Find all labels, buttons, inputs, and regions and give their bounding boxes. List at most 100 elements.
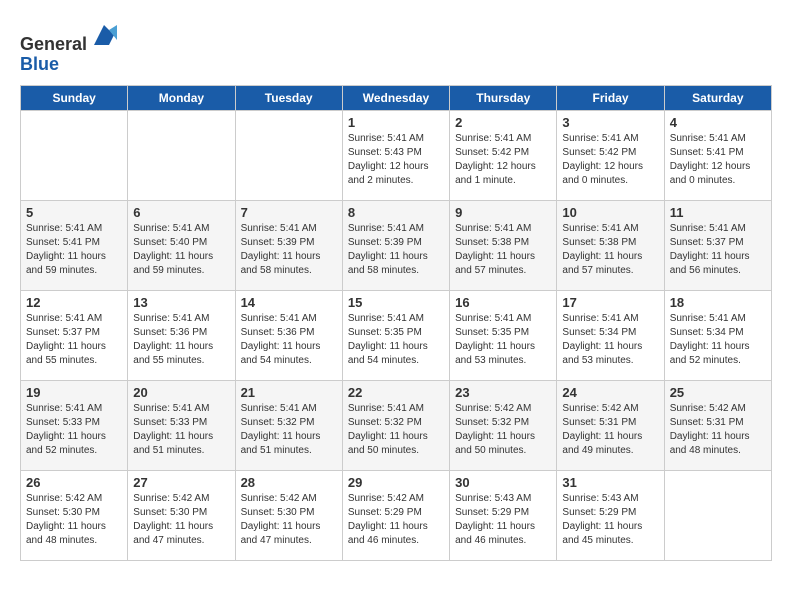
calendar-cell: 12Sunrise: 5:41 AM Sunset: 5:37 PM Dayli… <box>21 290 128 380</box>
day-number: 10 <box>562 205 658 220</box>
calendar-cell: 28 Sunrise: 5:42 AM Sunset: 5:30 PM Dayli… <box>235 470 342 560</box>
calendar-cell: 2Sunrise: 5:41 AM Sunset: 5:42 PM Daylig… <box>450 110 557 200</box>
day-number: 4 <box>670 115 766 130</box>
calendar-week: 19 Sunrise: 5:41 AM Sunset: 5:33 PM Dayli… <box>21 380 772 470</box>
calendar-cell: 29 Sunrise: 5:42 AM Sunset: 5:29 PM Dayli… <box>342 470 449 560</box>
calendar-cell: 13 Sunrise: 5:41 AM Sunset: 5:36 PM Dayli… <box>128 290 235 380</box>
cell-info: Sunrise: 5:41 AM Sunset: 5:41 PM Dayligh… <box>26 222 122 278</box>
cell-info: Sunrise: 5:42 AM Sunset: 5:30 PM Dayligh… <box>26 492 122 548</box>
weekday-header: Tuesday <box>235 85 342 110</box>
cell-info: Sunrise: 5:42 AM Sunset: 5:29 PM Dayligh… <box>348 492 444 548</box>
day-number: 19 <box>26 385 122 400</box>
cell-info: Sunrise: 5:41 AM Sunset: 5:36 PM Dayligh… <box>133 312 229 368</box>
day-number: 31 <box>562 475 658 490</box>
calendar-cell: 21 Sunrise: 5:41 AM Sunset: 5:32 PM Dayli… <box>235 380 342 470</box>
cell-info: Sunrise: 5:42 AM Sunset: 5:30 PM Dayligh… <box>241 492 337 548</box>
cell-info: Sunrise: 5:41 AM Sunset: 5:33 PM Dayligh… <box>26 402 122 458</box>
weekday-header: Monday <box>128 85 235 110</box>
calendar-cell: 10 Sunrise: 5:41 AM Sunset: 5:38 PM Dayli… <box>557 200 664 290</box>
calendar-cell: 17 Sunrise: 5:41 AM Sunset: 5:34 PM Dayli… <box>557 290 664 380</box>
cell-info: Sunrise: 5:43 AM Sunset: 5:29 PM Dayligh… <box>562 492 658 548</box>
day-number: 26 <box>26 475 122 490</box>
calendar-cell: 5 Sunrise: 5:41 AM Sunset: 5:41 PM Daylig… <box>21 200 128 290</box>
day-number: 15 <box>348 295 444 310</box>
calendar-cell: 30 Sunrise: 5:43 AM Sunset: 5:29 PM Dayli… <box>450 470 557 560</box>
calendar-cell: 23 Sunrise: 5:42 AM Sunset: 5:32 PM Dayli… <box>450 380 557 470</box>
cell-info: Sunrise: 5:41 AM Sunset: 5:36 PM Dayligh… <box>241 312 337 368</box>
calendar-cell: 26 Sunrise: 5:42 AM Sunset: 5:30 PM Dayli… <box>21 470 128 560</box>
cell-info: Sunrise: 5:42 AM Sunset: 5:31 PM Dayligh… <box>670 402 766 458</box>
cell-info: Sunrise: 5:41 AM Sunset: 5:38 PM Dayligh… <box>562 222 658 278</box>
day-number: 12 <box>26 295 122 310</box>
day-number: 20 <box>133 385 229 400</box>
day-number: 1 <box>348 115 444 130</box>
cell-info: Sunrise: 5:41 AM Sunset: 5:34 PM Dayligh… <box>670 312 766 368</box>
calendar-cell: 7 Sunrise: 5:41 AM Sunset: 5:39 PM Daylig… <box>235 200 342 290</box>
calendar-cell: 6Sunrise: 5:41 AM Sunset: 5:40 PM Daylig… <box>128 200 235 290</box>
day-number: 13 <box>133 295 229 310</box>
logo-icon <box>89 20 119 50</box>
cell-info: Sunrise: 5:41 AM Sunset: 5:43 PM Dayligh… <box>348 132 444 188</box>
calendar-cell <box>664 470 771 560</box>
calendar-week: 12Sunrise: 5:41 AM Sunset: 5:37 PM Dayli… <box>21 290 772 380</box>
day-number: 23 <box>455 385 551 400</box>
cell-info: Sunrise: 5:41 AM Sunset: 5:32 PM Dayligh… <box>241 402 337 458</box>
cell-info: Sunrise: 5:41 AM Sunset: 5:40 PM Dayligh… <box>133 222 229 278</box>
day-number: 8 <box>348 205 444 220</box>
weekday-header: Friday <box>557 85 664 110</box>
calendar-cell: 20 Sunrise: 5:41 AM Sunset: 5:33 PM Dayli… <box>128 380 235 470</box>
calendar-cell: 24Sunrise: 5:42 AM Sunset: 5:31 PM Dayli… <box>557 380 664 470</box>
cell-info: Sunrise: 5:41 AM Sunset: 5:34 PM Dayligh… <box>562 312 658 368</box>
calendar-cell: 16Sunrise: 5:41 AM Sunset: 5:35 PM Dayli… <box>450 290 557 380</box>
calendar-cell <box>235 110 342 200</box>
logo: General Blue <box>20 20 119 75</box>
weekday-header: Wednesday <box>342 85 449 110</box>
day-number: 7 <box>241 205 337 220</box>
cell-info: Sunrise: 5:42 AM Sunset: 5:30 PM Dayligh… <box>133 492 229 548</box>
day-number: 29 <box>348 475 444 490</box>
cell-info: Sunrise: 5:43 AM Sunset: 5:29 PM Dayligh… <box>455 492 551 548</box>
calendar-cell: 19 Sunrise: 5:41 AM Sunset: 5:33 PM Dayli… <box>21 380 128 470</box>
cell-info: Sunrise: 5:41 AM Sunset: 5:35 PM Dayligh… <box>348 312 444 368</box>
day-number: 9 <box>455 205 551 220</box>
calendar-cell: 3 Sunrise: 5:41 AM Sunset: 5:42 PM Daylig… <box>557 110 664 200</box>
calendar-table: SundayMondayTuesdayWednesdayThursdayFrid… <box>20 85 772 561</box>
calendar-cell <box>128 110 235 200</box>
day-number: 3 <box>562 115 658 130</box>
cell-info: Sunrise: 5:41 AM Sunset: 5:39 PM Dayligh… <box>348 222 444 278</box>
cell-info: Sunrise: 5:41 AM Sunset: 5:42 PM Dayligh… <box>562 132 658 188</box>
day-number: 27 <box>133 475 229 490</box>
calendar-cell: 4 Sunrise: 5:41 AM Sunset: 5:41 PM Daylig… <box>664 110 771 200</box>
day-number: 21 <box>241 385 337 400</box>
day-number: 30 <box>455 475 551 490</box>
weekday-header: Saturday <box>664 85 771 110</box>
calendar-week: 5 Sunrise: 5:41 AM Sunset: 5:41 PM Daylig… <box>21 200 772 290</box>
day-number: 25 <box>670 385 766 400</box>
cell-info: Sunrise: 5:41 AM Sunset: 5:41 PM Dayligh… <box>670 132 766 188</box>
cell-info: Sunrise: 5:42 AM Sunset: 5:32 PM Dayligh… <box>455 402 551 458</box>
cell-info: Sunrise: 5:41 AM Sunset: 5:37 PM Dayligh… <box>670 222 766 278</box>
cell-info: Sunrise: 5:41 AM Sunset: 5:33 PM Dayligh… <box>133 402 229 458</box>
day-number: 2 <box>455 115 551 130</box>
calendar-cell: 14 Sunrise: 5:41 AM Sunset: 5:36 PM Dayli… <box>235 290 342 380</box>
calendar-week: 26 Sunrise: 5:42 AM Sunset: 5:30 PM Dayli… <box>21 470 772 560</box>
cell-info: Sunrise: 5:41 AM Sunset: 5:32 PM Dayligh… <box>348 402 444 458</box>
calendar-cell: 31 Sunrise: 5:43 AM Sunset: 5:29 PM Dayli… <box>557 470 664 560</box>
calendar-cell: 9 Sunrise: 5:41 AM Sunset: 5:38 PM Daylig… <box>450 200 557 290</box>
cell-info: Sunrise: 5:42 AM Sunset: 5:31 PM Dayligh… <box>562 402 658 458</box>
calendar-cell: 27 Sunrise: 5:42 AM Sunset: 5:30 PM Dayli… <box>128 470 235 560</box>
page-header: General Blue <box>20 20 772 75</box>
header-row: SundayMondayTuesdayWednesdayThursdayFrid… <box>21 85 772 110</box>
day-number: 17 <box>562 295 658 310</box>
weekday-header: Sunday <box>21 85 128 110</box>
day-number: 5 <box>26 205 122 220</box>
day-number: 28 <box>241 475 337 490</box>
day-number: 14 <box>241 295 337 310</box>
calendar-week: 1 Sunrise: 5:41 AM Sunset: 5:43 PM Daylig… <box>21 110 772 200</box>
calendar-cell: 22Sunrise: 5:41 AM Sunset: 5:32 PM Dayli… <box>342 380 449 470</box>
logo-text: General Blue <box>20 20 119 75</box>
cell-info: Sunrise: 5:41 AM Sunset: 5:38 PM Dayligh… <box>455 222 551 278</box>
calendar-cell: 1 Sunrise: 5:41 AM Sunset: 5:43 PM Daylig… <box>342 110 449 200</box>
cell-info: Sunrise: 5:41 AM Sunset: 5:39 PM Dayligh… <box>241 222 337 278</box>
cell-info: Sunrise: 5:41 AM Sunset: 5:35 PM Dayligh… <box>455 312 551 368</box>
